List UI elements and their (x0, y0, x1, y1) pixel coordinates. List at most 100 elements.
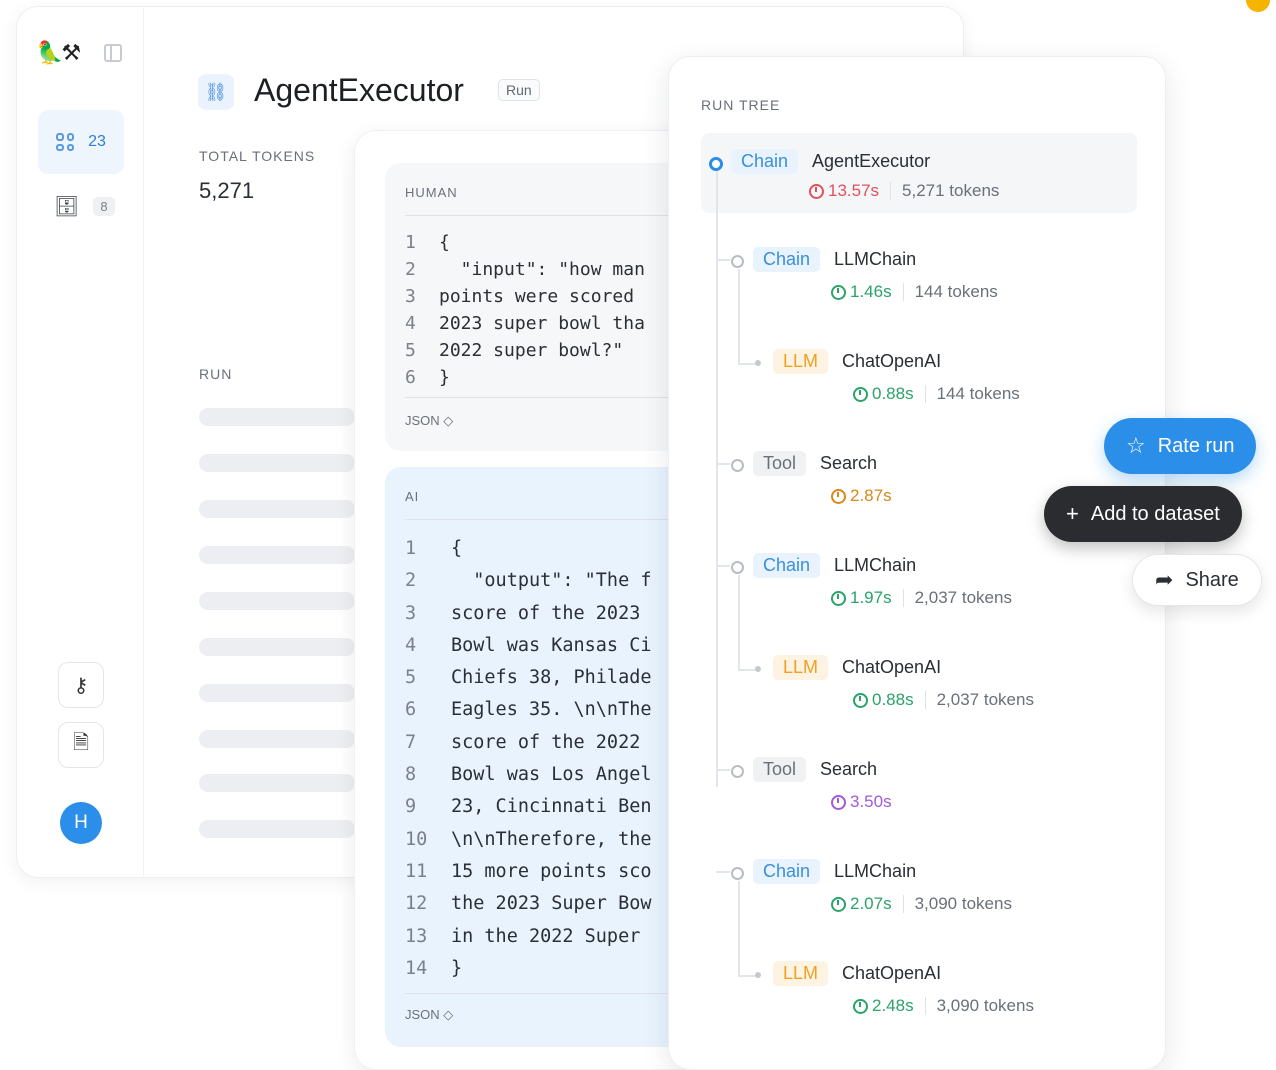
tree-connector (716, 871, 730, 873)
line-number: 6 (405, 699, 417, 721)
ai-code-block: 1{2 "output": "The f 3 score of the 2023 4 B… (405, 533, 651, 985)
sidebar-item-datasets[interactable]: 🗄 8 (54, 194, 115, 219)
node-metrics: 2.48s 3,090 tokens (853, 996, 1034, 1016)
tree-connector (738, 575, 740, 671)
tree-node-ring (731, 255, 744, 268)
tree-node-chain[interactable]: Chain LLMChain (753, 859, 916, 884)
add-to-dataset-button[interactable]: + Add to dataset (1044, 486, 1242, 542)
tree-connector (716, 259, 730, 261)
sidebar: 🦜⚒ 23 🗄 8 ⚷ 🗎 H (16, 6, 144, 878)
node-name: ChatOpenAI (842, 657, 942, 677)
skeleton-row (199, 684, 355, 702)
metric-separator (924, 997, 926, 1015)
token-count: 2,037 tokens (936, 690, 1034, 709)
code-line: 10 \n\nTherefore, the (405, 824, 651, 856)
line-number: 1 (405, 538, 417, 559)
metric-separator (902, 895, 904, 913)
code-line: 7 score of the 2022 (405, 727, 651, 759)
tree-node-dot (755, 666, 761, 672)
code-text: "output": "The f (451, 570, 652, 592)
metric-separator (890, 182, 892, 200)
skeleton-row (199, 546, 355, 564)
token-count: 3,090 tokens (914, 894, 1012, 913)
tree-node-llm[interactable]: LLM ChatOpenAI (773, 655, 941, 680)
tree-node-ring (731, 765, 744, 778)
skeleton-row (199, 774, 355, 792)
token-count: 5,271 tokens (902, 181, 1000, 200)
clock-icon (853, 386, 868, 402)
skeleton-row (199, 820, 355, 838)
latency-value: 2.87s (850, 486, 892, 505)
code-text: 15 more points sco (451, 860, 652, 882)
latency-value: 2.07s (850, 894, 892, 913)
latency: 2.07s (831, 894, 892, 914)
code-line: 4 Bowl was Kansas Ci (405, 630, 651, 662)
code-line: 4 2023 super bowl tha (405, 310, 645, 337)
node-name: LLMChain (834, 861, 917, 881)
total-tokens-label: TOTAL TOKENS (199, 148, 316, 164)
line-number: 3 (405, 602, 417, 624)
human-format-toggle[interactable]: JSON ◇ (405, 413, 453, 429)
latency: 1.46s (831, 282, 892, 302)
chain-tag: Chain (753, 859, 821, 884)
add-to-dataset-label: Add to dataset (1090, 502, 1220, 525)
code-text: 2023 super bowl tha (439, 313, 645, 334)
tree-node-llm[interactable]: LLM ChatOpenAI (773, 961, 941, 986)
llm-tag: LLM (773, 961, 829, 986)
sidebar-item-projects[interactable]: 23 (38, 110, 124, 174)
metric-separator (902, 283, 904, 301)
tree-node-llm[interactable]: LLM ChatOpenAI (773, 349, 941, 374)
tool-tag: Tool (753, 757, 807, 782)
node-metrics: 3.50s (831, 792, 892, 812)
clock-icon (831, 284, 846, 300)
avatar[interactable]: H (60, 802, 102, 844)
ai-format-toggle[interactable]: JSON ◇ (405, 1007, 453, 1023)
share-label: Share (1185, 568, 1239, 591)
token-count: 144 tokens (936, 384, 1020, 403)
rate-run-button[interactable]: ☆ Rate run (1104, 418, 1257, 474)
node-name: LLMChain (834, 555, 917, 575)
code-text: the 2023 Super Bow (451, 893, 652, 915)
line-number: 9 (405, 796, 417, 818)
tree-node-chain[interactable]: Chain LLMChain (753, 247, 916, 272)
chain-tag: Chain (731, 149, 799, 174)
projects-count: 23 (88, 133, 106, 150)
docs-button[interactable]: 🗎 (58, 722, 104, 768)
clock-icon (809, 183, 824, 199)
code-line: 13 in the 2022 Super (405, 921, 651, 953)
latency-value: 1.46s (850, 282, 892, 301)
grid-icon (56, 133, 75, 151)
run-tree-panel: RUN TREE Chain AgentExecutor 13.57s 5,271 t… (668, 56, 1166, 1070)
clock-icon (853, 998, 868, 1014)
key-icon: ⚷ (73, 674, 89, 697)
code-line: 12 the 2023 Super Bow (405, 888, 651, 920)
code-text: points were scored (439, 286, 635, 307)
rate-run-label: Rate run (1157, 434, 1235, 457)
clock-icon (831, 794, 846, 810)
tree-node-chain[interactable]: Chain AgentExecutor (731, 149, 930, 174)
skeleton-row (199, 454, 355, 472)
notification-dot (1246, 0, 1270, 12)
document-icon: 🗎 (72, 732, 90, 754)
page-title: AgentExecutor (254, 72, 464, 108)
tree-node-chain[interactable]: Chain LLMChain (753, 553, 916, 578)
code-text: score of the 2023 (451, 602, 641, 624)
line-number: 3 (405, 286, 416, 307)
run-label: RUN (199, 366, 233, 382)
panel-toggle-icon[interactable] (104, 44, 122, 62)
code-line: 3 score of the 2023 (405, 598, 651, 630)
code-line: 8 Bowl was Los Angel (405, 759, 651, 791)
tree-connector (716, 463, 730, 465)
line-number: 6 (405, 367, 416, 388)
skeleton-row (199, 408, 355, 426)
tree-node-tool[interactable]: Tool Search (753, 451, 877, 476)
tree-node-tool[interactable]: Tool Search (753, 757, 877, 782)
tree-connector (738, 881, 740, 977)
share-button[interactable]: ➦ Share (1132, 554, 1262, 606)
latency-value: 2.48s (872, 996, 914, 1015)
api-key-button[interactable]: ⚷ (58, 662, 104, 708)
llm-tag: LLM (773, 349, 829, 374)
tree-root-indicator (709, 157, 723, 171)
code-line: 5 2022 super bowl?" (405, 337, 645, 364)
line-number: 13 (405, 925, 428, 947)
